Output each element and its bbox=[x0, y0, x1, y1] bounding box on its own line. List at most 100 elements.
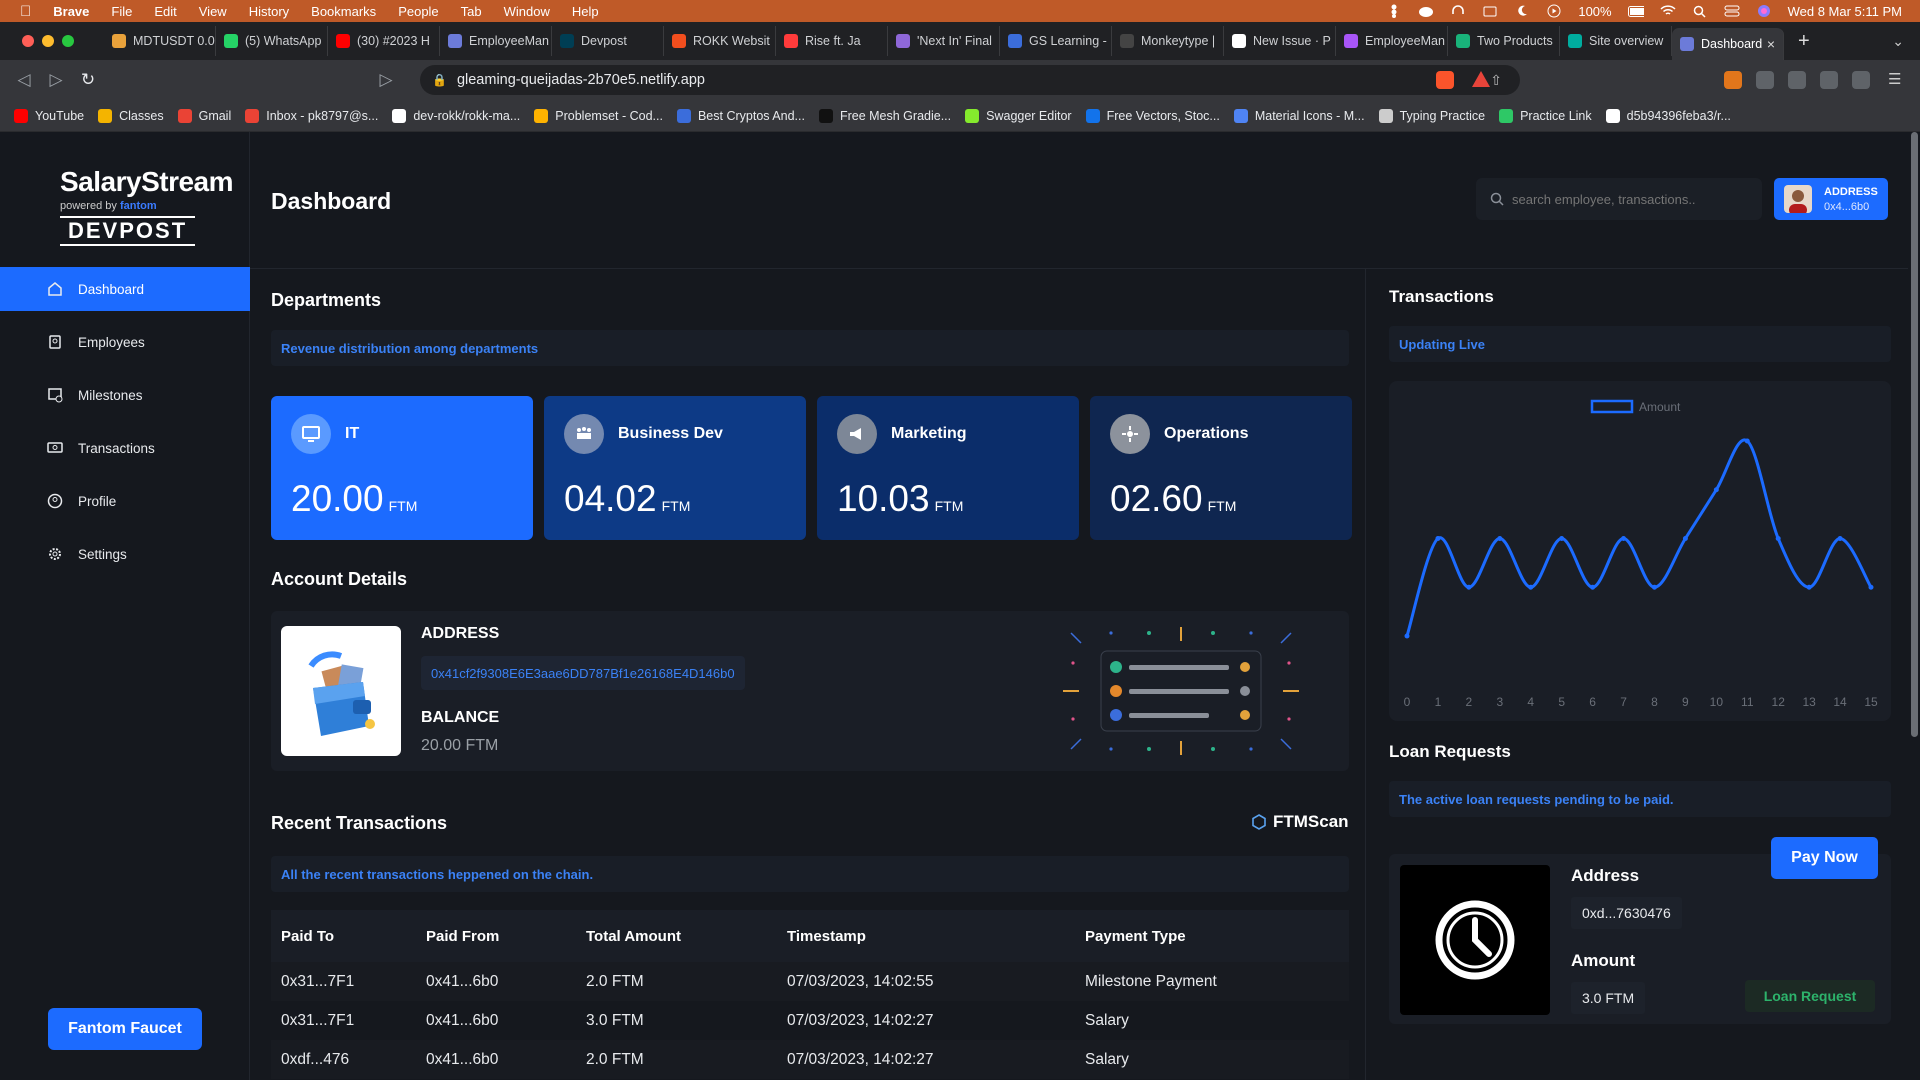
forward-button[interactable]: ▷ bbox=[48, 70, 64, 90]
browser-tab-14[interactable]: Dashboard × bbox=[1672, 28, 1784, 60]
share-icon[interactable]: ⇧ bbox=[1490, 72, 1502, 89]
sidebar-item-profile[interactable]: Profile bbox=[0, 479, 250, 523]
data-point-2[interactable] bbox=[1466, 584, 1472, 590]
bookmark-0[interactable]: YouTube bbox=[14, 108, 84, 123]
data-point-4[interactable] bbox=[1528, 584, 1534, 590]
menu-history[interactable]: History bbox=[249, 4, 289, 19]
browser-tab-9[interactable]: Monkeytype | bbox=[1112, 26, 1224, 56]
sidebar-item-transactions[interactable]: Transactions bbox=[0, 426, 250, 470]
metamask-icon[interactable] bbox=[1724, 71, 1742, 89]
menu-icon[interactable]: ☰ bbox=[1888, 70, 1906, 88]
data-point-6[interactable] bbox=[1590, 584, 1596, 590]
bookmark-10[interactable]: Material Icons - M... bbox=[1233, 108, 1365, 123]
menu-window[interactable]: Window bbox=[504, 4, 550, 19]
table-row[interactable]: 0x31...7F1 0x41...6b0 3.0 FTM 07/03/2023, 1… bbox=[271, 1001, 1349, 1040]
data-point-14[interactable] bbox=[1837, 536, 1843, 541]
new-tab-button[interactable]: + bbox=[1798, 30, 1810, 53]
bookmark-2[interactable]: Gmail bbox=[177, 108, 231, 123]
wallet-address-button[interactable]: ADDRESS 0x4...6b0 bbox=[1774, 178, 1888, 220]
department-card-it[interactable]: IT 20.00 FTM bbox=[271, 396, 533, 540]
browser-tab-1[interactable]: (5) WhatsApp bbox=[216, 26, 328, 56]
minimize-window-button[interactable] bbox=[42, 35, 54, 47]
bookmark-5[interactable]: Problemset - Cod... bbox=[534, 108, 663, 123]
data-point-8[interactable] bbox=[1651, 584, 1657, 590]
extensions-icon[interactable] bbox=[1756, 71, 1774, 89]
bookmark-12[interactable]: Practice Link bbox=[1499, 108, 1592, 123]
data-point-0[interactable] bbox=[1404, 633, 1410, 639]
menu-file[interactable]: File bbox=[111, 4, 132, 19]
playlist-icon[interactable] bbox=[1788, 71, 1806, 89]
play-icon[interactable] bbox=[1546, 4, 1562, 18]
close-tab-icon[interactable]: × bbox=[1767, 36, 1775, 52]
browser-tab-12[interactable]: Two Products bbox=[1448, 26, 1560, 56]
bookmark-page-icon[interactable]: ▷ bbox=[378, 70, 394, 90]
bookmark-8[interactable]: Swagger Editor bbox=[965, 108, 1072, 123]
data-point-10[interactable] bbox=[1713, 487, 1719, 493]
sidebar-item-milestones[interactable]: Milestones bbox=[0, 373, 250, 417]
browser-tab-10[interactable]: New Issue · P bbox=[1224, 26, 1336, 56]
brand-logo[interactable]: SalaryStream powered by fantom DEVPOST bbox=[60, 166, 234, 246]
wallet-icon[interactable] bbox=[1852, 71, 1870, 89]
menu-view[interactable]: View bbox=[199, 4, 227, 19]
pay-now-button[interactable]: Pay Now bbox=[1771, 837, 1878, 879]
bookmark-4[interactable]: dev-rokk/rokk-ma... bbox=[392, 108, 520, 123]
bookmark-1[interactable]: Classes bbox=[98, 108, 164, 123]
search-input[interactable] bbox=[1512, 191, 1752, 207]
figma-icon[interactable] bbox=[1386, 4, 1402, 18]
headphones-icon[interactable] bbox=[1450, 4, 1466, 18]
browser-tab-3[interactable]: EmployeeMan bbox=[440, 26, 552, 56]
table-row[interactable]: 0xdf...476 0x41...6b0 2.0 FTM 07/03/2023, 1… bbox=[271, 1040, 1349, 1079]
moon-icon[interactable] bbox=[1514, 4, 1530, 18]
sidebar-item-settings[interactable]: Settings bbox=[0, 532, 250, 576]
wifi-icon[interactable] bbox=[1660, 4, 1676, 18]
search-box[interactable] bbox=[1476, 178, 1762, 220]
fantom-faucet-button[interactable]: Fantom Faucet bbox=[48, 1008, 202, 1050]
menu-people[interactable]: People bbox=[398, 4, 438, 19]
sidebar-item-employees[interactable]: Employees bbox=[0, 320, 250, 364]
sidebar-item-dashboard[interactable]: Dashboard bbox=[0, 267, 250, 311]
account-address-value[interactable]: 0x41cf2f9308E6E3aae6DD787Bf1e26168E4D146… bbox=[421, 656, 745, 690]
back-button[interactable]: ◁ bbox=[16, 70, 32, 90]
bookmark-3[interactable]: Inbox - pk8797@s... bbox=[245, 108, 378, 123]
browser-tab-0[interactable]: MDTUSDT 0.0 bbox=[104, 26, 216, 56]
data-point-1[interactable] bbox=[1435, 536, 1441, 541]
bookmark-13[interactable]: d5b94396feba3/r... bbox=[1605, 108, 1731, 123]
bookmark-9[interactable]: Free Vectors, Stoc... bbox=[1085, 108, 1220, 123]
data-point-12[interactable] bbox=[1775, 536, 1781, 541]
control-center-icon[interactable] bbox=[1724, 4, 1740, 18]
loan-request-badge[interactable]: Loan Request bbox=[1745, 980, 1875, 1012]
data-point-7[interactable] bbox=[1621, 536, 1627, 541]
browser-tab-8[interactable]: GS Learning - bbox=[1000, 26, 1112, 56]
menu-help[interactable]: Help bbox=[572, 4, 599, 19]
tab-search-chevron-icon[interactable]: ⌄ bbox=[1892, 33, 1904, 50]
table-row[interactable]: 0x31...7F1 0x41...6b0 2.0 FTM 07/03/2023, 1… bbox=[271, 962, 1349, 1001]
browser-tab-13[interactable]: Site overview bbox=[1560, 26, 1672, 56]
brave-rewards-icon[interactable] bbox=[1472, 71, 1490, 87]
department-card-marketing[interactable]: Marketing 10.03 FTM bbox=[817, 396, 1079, 540]
battery-icon[interactable] bbox=[1627, 4, 1644, 18]
menubar-app-name[interactable]: Brave bbox=[53, 4, 89, 19]
menu-edit[interactable]: Edit bbox=[154, 4, 176, 19]
data-point-13[interactable] bbox=[1806, 584, 1812, 590]
department-card-operations[interactable]: Operations 02.60 FTM bbox=[1090, 396, 1352, 540]
data-point-9[interactable] bbox=[1682, 536, 1688, 541]
scrollbar-thumb[interactable] bbox=[1911, 132, 1918, 737]
browser-tab-4[interactable]: Devpost bbox=[552, 26, 664, 56]
browser-tab-2[interactable]: (30) #2023 H bbox=[328, 26, 440, 56]
bookmark-11[interactable]: Typing Practice bbox=[1378, 108, 1485, 123]
bookmark-6[interactable]: Best Cryptos And... bbox=[676, 108, 805, 123]
department-card-business-dev[interactable]: Business Dev 04.02 FTM bbox=[544, 396, 806, 540]
browser-tab-5[interactable]: ROKK Websit bbox=[664, 26, 776, 56]
creative-cloud-icon[interactable] bbox=[1418, 4, 1434, 18]
browser-tab-6[interactable]: Rise ft. Ja bbox=[776, 26, 888, 56]
siri-icon[interactable] bbox=[1756, 4, 1772, 18]
zoom-window-button[interactable] bbox=[62, 35, 74, 47]
data-point-11[interactable] bbox=[1744, 438, 1750, 444]
menu-bookmarks[interactable]: Bookmarks bbox=[311, 4, 376, 19]
data-point-3[interactable] bbox=[1497, 536, 1503, 541]
brave-shields-icon[interactable] bbox=[1436, 71, 1454, 89]
close-window-button[interactable] bbox=[22, 35, 34, 47]
browser-tab-7[interactable]: 'Next In' Final bbox=[888, 26, 1000, 56]
page-scrollbar[interactable] bbox=[1908, 132, 1920, 1080]
reload-button[interactable]: ↻ bbox=[80, 70, 96, 90]
